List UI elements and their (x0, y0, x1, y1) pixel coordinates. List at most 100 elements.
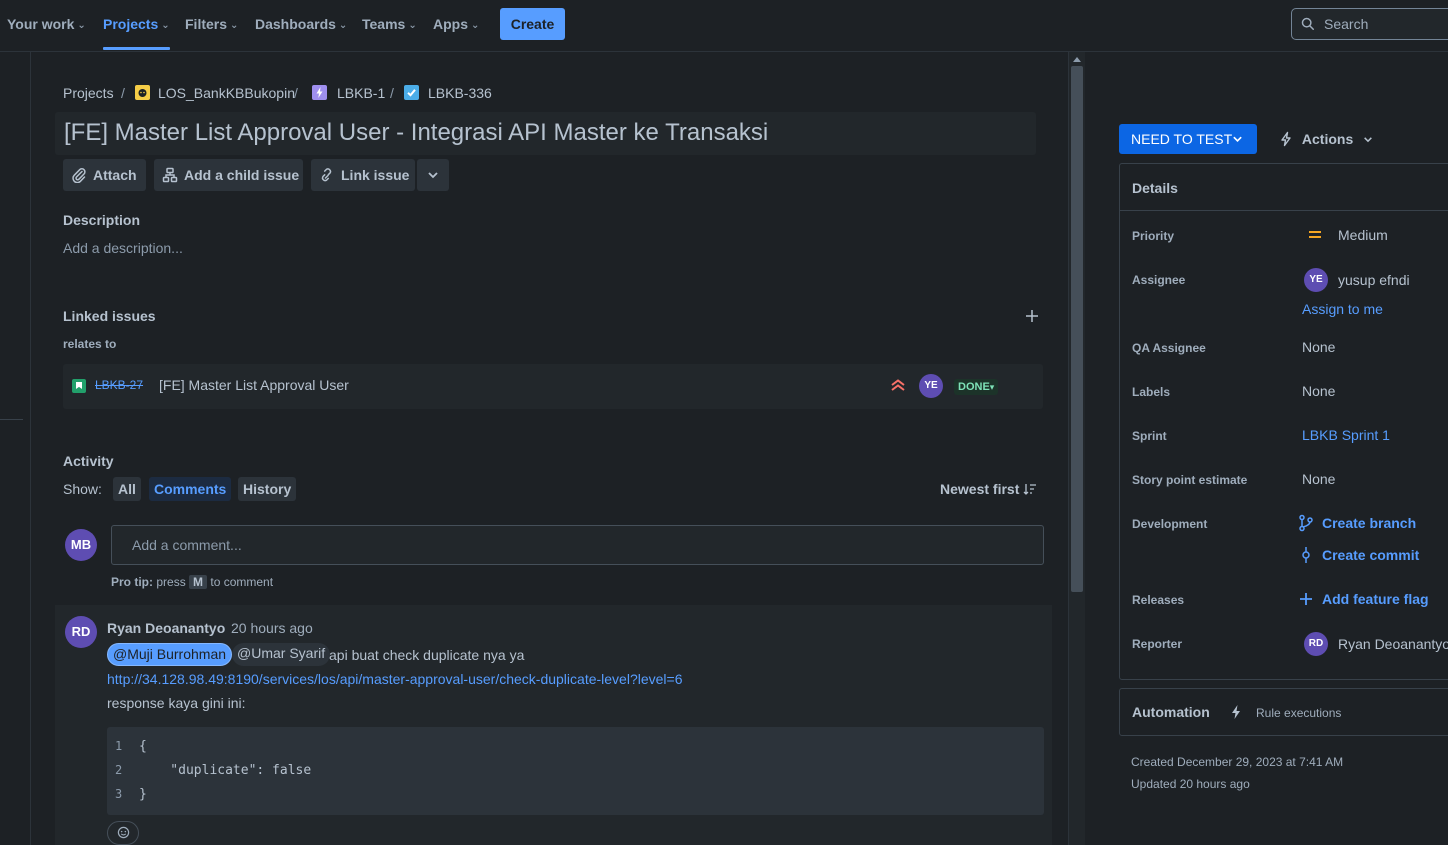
nav-apps[interactable]: Apps ⌄ (433, 0, 479, 50)
breadcrumb-project[interactable]: LOS_BankKBBukopin (158, 84, 295, 102)
main-scrollbar[interactable] (1068, 52, 1085, 845)
pro-tip-press: press (156, 575, 186, 589)
breadcrumb-epic[interactable]: LBKB-1 (337, 84, 385, 102)
assign-to-me-link[interactable]: Assign to me (1302, 301, 1383, 317)
nav-dashboards[interactable]: Dashboards ⌄ (255, 0, 347, 50)
linked-issue-summary[interactable]: [FE] Master List Approval User (159, 377, 349, 393)
task-checkbox-icon (404, 85, 419, 100)
nav-projects[interactable]: Projects ⌄ (103, 0, 170, 50)
filter-comments-button[interactable]: Comments (149, 477, 232, 501)
create-button[interactable]: Create (500, 8, 565, 40)
chevron-down-icon: ⌄ (408, 20, 417, 31)
actions-button[interactable]: Actions (1278, 124, 1373, 154)
mention-chip[interactable]: @Umar Syarif (232, 643, 331, 666)
breadcrumb-separator: / (294, 85, 298, 101)
nav-your-work-label: Your work (7, 16, 75, 32)
description-placeholder[interactable]: Add a description... (63, 240, 183, 256)
assignee-name[interactable]: yusup efndi (1338, 272, 1410, 288)
current-user-avatar: MB (65, 529, 97, 561)
search-placeholder: Search (1324, 16, 1369, 32)
attach-button[interactable]: Attach (63, 159, 146, 191)
priority-medium-icon (1309, 231, 1321, 238)
breadcrumb-issue-key[interactable]: LBKB-336 (428, 84, 492, 102)
development-label: Development (1132, 517, 1208, 531)
breadcrumb-separator: / (390, 85, 394, 101)
more-actions-dropdown[interactable] (417, 159, 449, 191)
code-line: "duplicate": false (139, 763, 312, 778)
comment-link[interactable]: http://34.128.98.49:8190/services/los/ap… (107, 671, 683, 687)
filter-history-button[interactable]: History (238, 477, 297, 501)
filter-all-button[interactable]: All (113, 477, 141, 501)
automation-heading: Automation (1132, 704, 1210, 720)
breadcrumb-projects[interactable]: Projects (63, 84, 114, 102)
actions-label: Actions (1301, 131, 1354, 147)
story-points-label: Story point estimate (1132, 473, 1248, 487)
add-reaction-button[interactable] (107, 821, 139, 845)
create-branch-link[interactable]: Create branch (1322, 515, 1416, 531)
add-feature-flag-link[interactable]: Add feature flag (1322, 591, 1429, 607)
branch-icon (1299, 514, 1313, 532)
link-issue-button[interactable]: Link issue (311, 159, 415, 191)
lightning-icon (1232, 705, 1240, 719)
status-lozenge[interactable]: DONE▾ (954, 379, 999, 395)
chevron-down-icon: ⌄ (230, 20, 239, 31)
issue-title-field[interactable]: [FE] Master List Approval User - Integra… (55, 112, 1036, 155)
scroll-up-arrow-icon[interactable] (1073, 57, 1081, 62)
sprint-label: Sprint (1132, 429, 1167, 443)
code-line: { (139, 739, 147, 754)
assignee-avatar[interactable]: YE (919, 374, 943, 398)
priority-value[interactable]: Medium (1338, 227, 1388, 243)
description-heading: Description (63, 212, 141, 228)
add-child-issue-button[interactable]: Add a child issue (154, 159, 303, 191)
releases-label: Releases (1132, 593, 1185, 607)
scroll-thumb[interactable] (1071, 66, 1083, 592)
create-commit-link[interactable]: Create commit (1322, 547, 1419, 563)
linked-issue-key[interactable]: LBKB-27 (95, 378, 143, 392)
labels-label: Labels (1132, 385, 1171, 399)
chevron-down-icon: ⌄ (338, 20, 348, 31)
reporter-name[interactable]: Ryan Deoanantyo (1338, 636, 1448, 652)
comment-author-name[interactable]: Ryan Deoanantyo (107, 620, 225, 636)
chevron-down-icon (1364, 137, 1372, 143)
line-number: 2 (115, 763, 123, 777)
details-heading: Details (1132, 180, 1178, 196)
reporter-avatar: RD (1304, 632, 1328, 656)
chevron-down-icon (428, 172, 438, 179)
paperclip-icon (72, 168, 86, 183)
linked-issues-heading: Linked issues (63, 308, 156, 324)
activity-heading: Activity (63, 453, 114, 469)
details-header[interactable]: Details (1120, 164, 1448, 211)
commit-icon (1302, 547, 1310, 563)
code-block[interactable]: 1 2 3 { "duplicate": false } (107, 727, 1044, 815)
sort-icon (1023, 484, 1037, 495)
lightning-icon (1281, 131, 1291, 147)
shortcut-key: M (189, 575, 208, 589)
plus-icon (1300, 593, 1312, 605)
rule-executions-link[interactable]: Rule executions (1256, 706, 1341, 720)
nav-teams[interactable]: Teams ⌄ (362, 0, 417, 50)
sprint-value[interactable]: LBKB Sprint 1 (1302, 427, 1390, 443)
sort-order-button[interactable]: Newest first (940, 481, 1037, 497)
automation-panel[interactable]: Automation Rule executions (1119, 688, 1448, 736)
nav-filters[interactable]: Filters ⌄ (185, 0, 238, 50)
search-input[interactable]: Search (1291, 8, 1448, 40)
linked-issue-row[interactable]: LBKB-27 [FE] Master List Approval User Y… (63, 364, 1043, 409)
comment-author-avatar[interactable]: RD (65, 616, 97, 648)
nav-your-work[interactable]: Your work ⌄ (7, 0, 86, 50)
priority-highest-icon (891, 379, 905, 391)
labels-value[interactable]: None (1302, 383, 1335, 399)
comment-timestamp[interactable]: 20 hours ago (231, 620, 313, 636)
comment-input[interactable]: Add a comment... (111, 525, 1044, 565)
issue-title: [FE] Master List Approval User - Integra… (64, 119, 769, 146)
add-link-plus-icon[interactable] (1025, 309, 1039, 323)
attach-label: Attach (93, 167, 137, 183)
code-line: } (139, 787, 147, 802)
top-navigation: Your work ⌄ Projects ⌄ Filters ⌄ Dashboards… (0, 0, 1448, 52)
mention-chip[interactable]: @Muji Burrohman (107, 643, 233, 666)
qa-assignee-value[interactable]: None (1302, 339, 1335, 355)
breadcrumb-separator: / (121, 85, 125, 101)
story-points-value[interactable]: None (1302, 471, 1335, 487)
created-timestamp: Created December 29, 2023 at 7:41 AM (1131, 755, 1344, 769)
status-transition-button[interactable]: NEED TO TEST (1119, 124, 1257, 154)
sidebar-rail[interactable] (0, 52, 31, 845)
